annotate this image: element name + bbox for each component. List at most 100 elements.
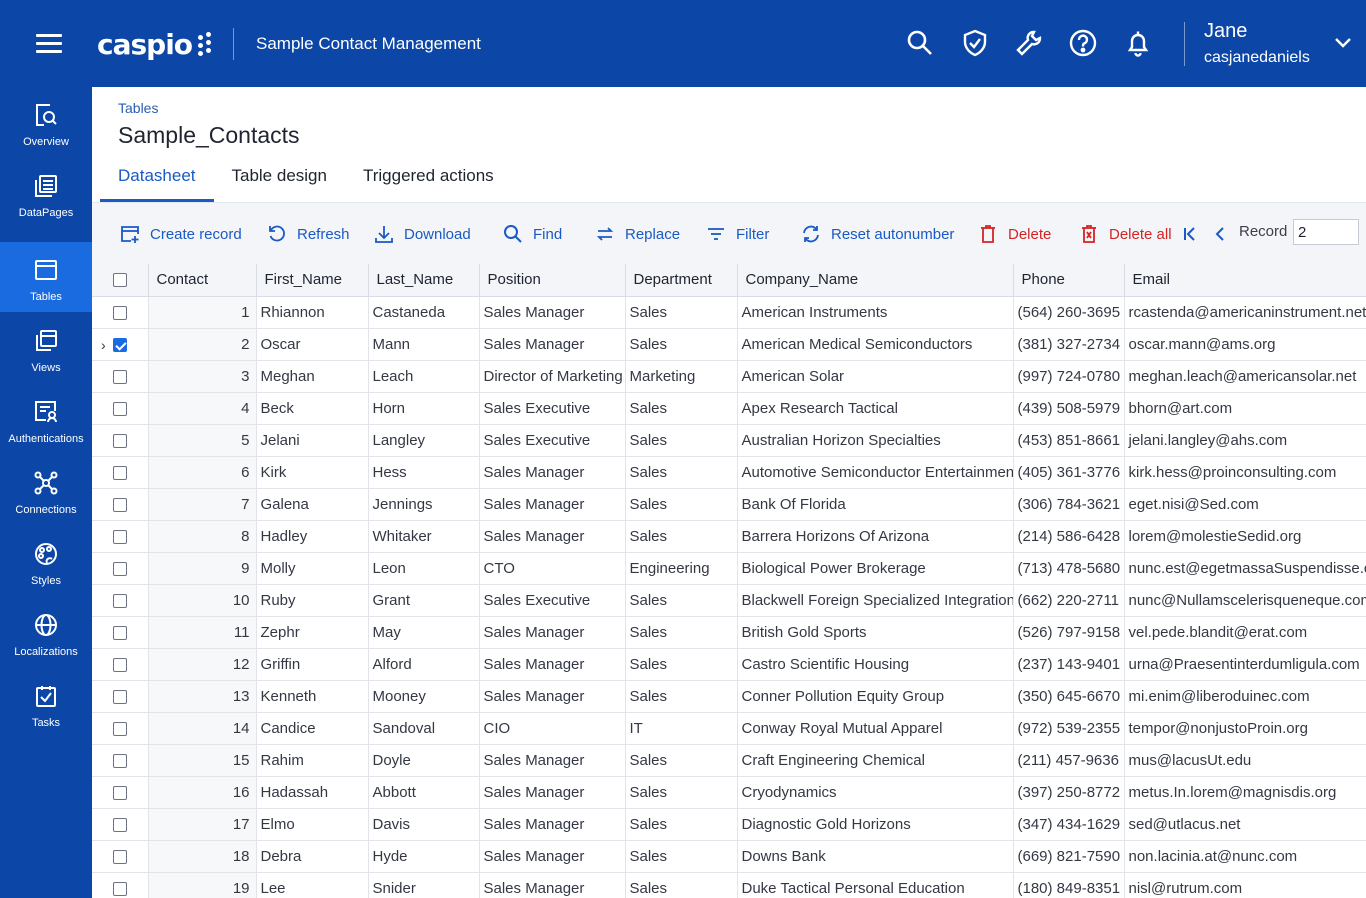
contact-id-cell[interactable]: 4 (148, 392, 257, 425)
cell-phone[interactable]: (347) 434-1629 (1013, 808, 1125, 841)
cell-pos[interactable]: CTO (479, 552, 626, 585)
cell-email[interactable]: urna@Praesentinterdumligula.com (1124, 648, 1366, 681)
cell-pos[interactable]: Sales Manager (479, 456, 626, 489)
cell-phone[interactable]: (972) 539-2355 (1013, 712, 1125, 745)
table-row[interactable]: 12 Griffin Alford Sales Manager Sales Castro … (92, 648, 1366, 681)
cell-pos[interactable]: Sales Executive (479, 424, 626, 457)
cell-first[interactable]: Meghan (256, 360, 369, 393)
table-row[interactable]: 6 Kirk Hess Sales Manager Sales Automotive Se… (92, 456, 1366, 489)
delete-button[interactable]: Delete (978, 223, 1051, 245)
table-row[interactable]: 16 Hadassah Abbott Sales Manager Sales Cryody… (92, 776, 1366, 809)
user-menu[interactable]: Jane casjanedaniels (1204, 20, 1310, 67)
cell-company[interactable]: Diagnostic Gold Horizons (737, 808, 1014, 841)
row-checkbox[interactable] (112, 753, 127, 768)
cell-company[interactable]: British Gold Sports (737, 616, 1014, 649)
contact-id-cell[interactable]: 8 (148, 520, 257, 553)
cell-company[interactable]: Biological Power Brokerage (737, 552, 1014, 585)
sidebar-item-connections[interactable]: Connections (0, 455, 92, 525)
cell-dept[interactable]: Sales (625, 424, 738, 457)
select-all-checkbox[interactable] (112, 273, 127, 288)
cell-company[interactable]: Bank Of Florida (737, 488, 1014, 521)
column-header[interactable]: Contact (148, 264, 257, 297)
cell-company[interactable]: American Medical Semiconductors (737, 328, 1014, 361)
row-checkbox[interactable] (112, 593, 127, 608)
cell-pos[interactable]: Sales Manager (479, 648, 626, 681)
table-row[interactable]: 1 Rhiannon Castaneda Sales Manager Sales Amer… (92, 296, 1366, 329)
cell-phone[interactable]: (350) 645-6670 (1013, 680, 1125, 713)
cell-dept[interactable]: Sales (625, 840, 738, 873)
cell-last[interactable]: Langley (368, 424, 480, 457)
table-row[interactable]: 8 Hadley Whitaker Sales Manager Sales Barrera… (92, 520, 1366, 553)
cell-pos[interactable]: Director of Marketing (479, 360, 626, 393)
row-checkbox[interactable] (112, 785, 127, 800)
cell-company[interactable]: American Solar (737, 360, 1014, 393)
table-row[interactable]: 5 Jelani Langley Sales Executive Sales Austra… (92, 424, 1366, 457)
cell-last[interactable]: Leon (368, 552, 480, 585)
row-checkbox[interactable] (112, 561, 127, 576)
column-header[interactable]: Phone (1013, 264, 1125, 297)
contact-id-cell[interactable]: 9 (148, 552, 257, 585)
cell-first[interactable]: Jelani (256, 424, 369, 457)
row-checkbox[interactable] (112, 401, 127, 416)
row-checkbox[interactable] (112, 529, 127, 544)
cell-pos[interactable]: Sales Manager (479, 808, 626, 841)
cell-last[interactable]: Davis (368, 808, 480, 841)
row-checkbox[interactable] (112, 305, 127, 320)
cell-last[interactable]: Leach (368, 360, 480, 393)
tab-triggered-actions[interactable]: Triggered actions (345, 160, 512, 202)
cell-pos[interactable]: Sales Manager (479, 680, 626, 713)
cell-phone[interactable]: (564) 260-3695 (1013, 296, 1125, 329)
cell-first[interactable]: Kirk (256, 456, 369, 489)
table-row[interactable]: 14 Candice Sandoval CIO IT Conway Royal Mutua… (92, 712, 1366, 745)
cell-first[interactable]: Hadassah (256, 776, 369, 809)
breadcrumb[interactable]: Tables (118, 100, 158, 116)
cell-dept[interactable]: Sales (625, 584, 738, 617)
filter-button[interactable]: Filter (706, 223, 769, 245)
contact-id-cell[interactable]: 13 (148, 680, 257, 713)
download-button[interactable]: Download (374, 223, 471, 245)
cell-first[interactable]: Elmo (256, 808, 369, 841)
cell-phone[interactable]: (180) 849-8351 (1013, 872, 1125, 898)
cell-email[interactable]: bhorn@art.com (1124, 392, 1366, 425)
cell-dept[interactable]: Sales (625, 648, 738, 681)
cell-first[interactable]: Beck (256, 392, 369, 425)
previous-record-icon[interactable] (1213, 225, 1229, 243)
cell-phone[interactable]: (439) 508-5979 (1013, 392, 1125, 425)
row-checkbox[interactable] (112, 497, 127, 512)
cell-first[interactable]: Zephr (256, 616, 369, 649)
cell-last[interactable]: Hess (368, 456, 480, 489)
cell-pos[interactable]: Sales Manager (479, 744, 626, 777)
cell-last[interactable]: Abbott (368, 776, 480, 809)
tab-datasheet[interactable]: Datasheet (100, 160, 214, 202)
column-header[interactable]: Email (1124, 264, 1366, 297)
cell-dept[interactable]: IT (625, 712, 738, 745)
cell-first[interactable]: Galena (256, 488, 369, 521)
table-row[interactable]: 4 Beck Horn Sales Executive Sales Apex Resear… (92, 392, 1366, 425)
cell-company[interactable]: American Instruments (737, 296, 1014, 329)
cell-pos[interactable]: Sales Manager (479, 488, 626, 521)
cell-dept[interactable]: Sales (625, 456, 738, 489)
cell-first[interactable]: Rahim (256, 744, 369, 777)
cell-first[interactable]: Lee (256, 872, 369, 898)
record-number-input[interactable] (1293, 219, 1359, 245)
cell-company[interactable]: Cryodynamics (737, 776, 1014, 809)
cell-dept[interactable]: Sales (625, 776, 738, 809)
chevron-down-icon[interactable] (1334, 36, 1352, 50)
cell-last[interactable]: Snider (368, 872, 480, 898)
row-checkbox[interactable] (112, 625, 127, 640)
cell-dept[interactable]: Sales (625, 872, 738, 898)
cell-first[interactable]: Debra (256, 840, 369, 873)
table-row[interactable]: › 2 Oscar Mann Sales Manager Sales American Me… (92, 328, 1366, 361)
cell-email[interactable]: jelani.langley@ahs.com (1124, 424, 1366, 457)
cell-phone[interactable]: (662) 220-2711 (1013, 584, 1125, 617)
sidebar-item-authentications[interactable]: Authentications (0, 384, 92, 454)
cell-company[interactable]: Australian Horizon Specialties (737, 424, 1014, 457)
cell-dept[interactable]: Sales (625, 328, 738, 361)
row-checkbox[interactable] (112, 337, 127, 352)
contact-id-cell[interactable]: 1 (148, 296, 257, 329)
first-record-icon[interactable] (1182, 225, 1198, 243)
cell-last[interactable]: May (368, 616, 480, 649)
column-header[interactable]: Position (479, 264, 626, 297)
cell-email[interactable]: nunc@Nullamscelerisqueneque.com (1124, 584, 1366, 617)
cell-first[interactable]: Griffin (256, 648, 369, 681)
